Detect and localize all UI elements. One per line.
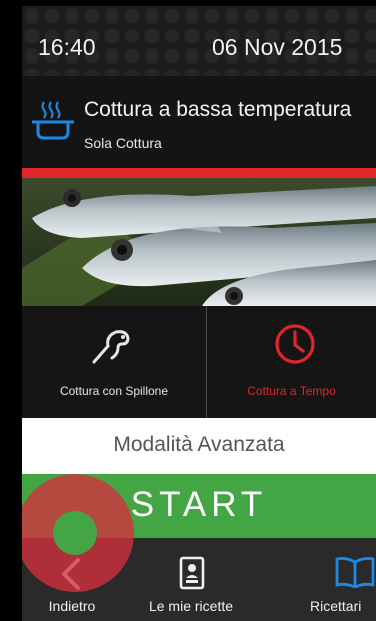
nav-recipe-books[interactable]: Ricettari (304, 538, 376, 621)
clock-time: 16:40 (38, 34, 96, 60)
nav-my-recipes[interactable]: Le mie ricette (122, 538, 260, 621)
probe-icon (92, 330, 130, 364)
recipe-card-icon (179, 556, 205, 590)
fish-image (22, 178, 376, 306)
book-icon (335, 557, 375, 588)
nav-back-label: Indietro (48, 598, 96, 614)
mode-probe-cooking[interactable]: Cottura con Spillone (22, 306, 206, 418)
date-display: 06 Nov 2015 (212, 34, 343, 60)
advanced-mode-button[interactable]: Modalità Avanzata (22, 418, 376, 474)
pot-icon (32, 101, 74, 140)
cooking-modes: Cottura con Spillone Cottura a Tempo (22, 306, 376, 418)
mode-probe-label: Cottura con Spillone (59, 384, 169, 398)
accent-bar (22, 168, 376, 178)
oven-screen: 16:40 06 Nov 2015 Cottura a bassa temper… (22, 6, 376, 621)
program-title: Cottura a bassa temperatura (84, 98, 352, 121)
status-bar: 16:40 06 Nov 2015 (22, 6, 376, 76)
touch-indicator-center (53, 511, 97, 555)
nav-recipe-books-label: Ricettari (310, 598, 362, 614)
program-subtitle: Sola Cottura (84, 135, 162, 151)
nav-my-recipes-label: Le mie ricette (148, 598, 234, 614)
mode-timed-cooking[interactable]: Cottura a Tempo (207, 306, 376, 418)
clock-icon (275, 324, 315, 364)
mode-timed-label: Cottura a Tempo (247, 384, 336, 398)
program-header: Cottura a bassa temperatura Sola Cottura (22, 76, 376, 168)
advanced-mode-label: Modalità Avanzata (113, 433, 285, 456)
